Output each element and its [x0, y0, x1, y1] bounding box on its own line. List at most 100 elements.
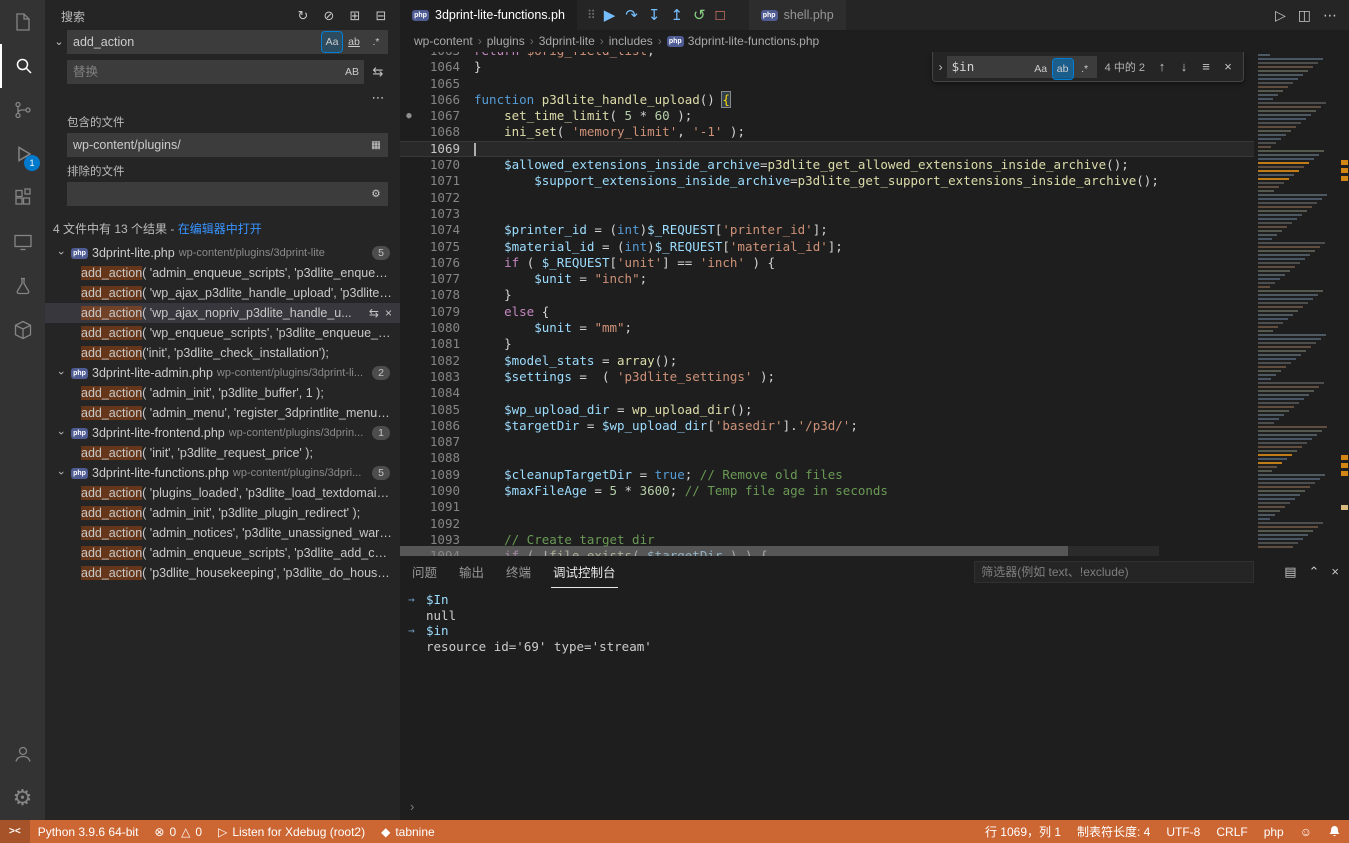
language-mode[interactable]: php	[1256, 820, 1292, 843]
search-match-row[interactable]: add_action( 'admin_notices', 'p3dlite_un…	[45, 523, 400, 543]
exclude-settings-gear-icon[interactable]: ⚙	[366, 184, 386, 204]
continue-icon[interactable]: ▶	[604, 6, 616, 24]
search-match-row[interactable]: add_action( 'admin_enqueue_scripts', 'p3…	[45, 543, 400, 563]
open-new-search-editor-icon[interactable]: ⊞	[346, 7, 364, 25]
search-file-row[interactable]: ›php3dprint-lite-frontend.phpwp-content/…	[45, 423, 400, 443]
code-line[interactable]: 1066function p3dlite_handle_upload() {	[400, 92, 1254, 108]
files-to-exclude-input[interactable]	[67, 182, 388, 206]
search-match-row[interactable]: add_action( 'wp_ajax_p3dlite_handle_uplo…	[45, 283, 400, 303]
use-exclude-settings-icon[interactable]: ▦	[366, 135, 386, 155]
code-line[interactable]: 1070 $allowed_extensions_inside_archive=…	[400, 157, 1254, 173]
code-line[interactable]: 1078 }	[400, 287, 1254, 303]
preserve-case-option[interactable]: AB	[342, 62, 362, 82]
breadcrumb-item[interactable]: includes	[609, 34, 653, 48]
debug-toolbar-grip-icon[interactable]: ⠿	[587, 8, 594, 22]
extensions-icon[interactable]	[0, 176, 45, 220]
tab-3dprint-lite-functions[interactable]: php 3dprint-lite-functions.ph	[400, 0, 577, 30]
problems-status[interactable]: ⊗0 △0	[146, 820, 210, 843]
console-input-chevron-icon[interactable]: ›	[410, 799, 414, 814]
search-match-row[interactable]: add_action( 'wp_enqueue_scripts', 'p3dli…	[45, 323, 400, 343]
code-line[interactable]: 1084	[400, 385, 1254, 401]
minimap[interactable]	[1254, 52, 1339, 556]
open-in-editor-link[interactable]: 在编辑器中打开	[178, 222, 262, 236]
search-match-row[interactable]: add_action('init', 'p3dlite_check_instal…	[45, 343, 400, 363]
panel-tab-output[interactable]: 输出	[457, 556, 486, 588]
stop-icon[interactable]: □	[716, 7, 725, 24]
search-file-row[interactable]: ›php3dprint-lite-functions.phpwp-content…	[45, 463, 400, 483]
settings-gear-icon[interactable]: ⚙	[0, 776, 45, 820]
tab-size[interactable]: 制表符长度: 4	[1069, 820, 1158, 843]
tab-shell-php[interactable]: php shell.php	[749, 0, 846, 30]
explorer-icon[interactable]	[0, 0, 45, 44]
panel-tab-debug-console[interactable]: 调试控制台	[551, 556, 618, 588]
source-control-icon[interactable]	[0, 88, 45, 132]
toggle-replace-chevron-icon[interactable]: ⌄	[51, 30, 67, 48]
more-actions-icon[interactable]: ⋯	[1323, 7, 1337, 24]
search-icon[interactable]	[0, 44, 45, 88]
code-line[interactable]: 1076 if ( $_REQUEST['unit'] == 'inch' ) …	[400, 255, 1254, 271]
feedback-icon[interactable]: ☺	[1292, 820, 1320, 843]
run-debug-icon[interactable]: 1	[0, 132, 45, 176]
python-version[interactable]: Python 3.9.6 64-bit	[30, 820, 147, 843]
code-line[interactable]: 1085 $wp_upload_dir = wp_upload_dir();	[400, 402, 1254, 418]
code-line[interactable]: 1083 $settings = ( 'p3dlite_settings' );	[400, 369, 1254, 385]
code-line[interactable]: 1090 $maxFileAge = 5 * 3600; // Temp fil…	[400, 483, 1254, 499]
breadcrumb-item[interactable]: wp-content	[414, 34, 473, 48]
code-line[interactable]: 1075 $material_id = (int)$_REQUEST['mate…	[400, 239, 1254, 255]
code-line[interactable]: 1080 $unit = "mm";	[400, 320, 1254, 336]
search-file-row[interactable]: ›php3dprint-lite-admin.phpwp-content/plu…	[45, 363, 400, 383]
testing-icon[interactable]	[0, 264, 45, 308]
code-line[interactable]: ●1067 set_time_limit( 5 * 60 );	[400, 108, 1254, 124]
find-in-selection-icon[interactable]: ≡	[1197, 59, 1215, 74]
files-to-include-input[interactable]	[67, 133, 388, 157]
accounts-icon[interactable]	[0, 732, 45, 776]
remote-explorer-icon[interactable]	[0, 220, 45, 264]
code-line[interactable]: 1079 else {	[400, 304, 1254, 320]
console-filter-input[interactable]	[974, 561, 1254, 583]
code-line[interactable]: 1089 $cleanupTargetDir = true; // Remove…	[400, 467, 1254, 483]
next-match-icon[interactable]: ↓	[1175, 59, 1193, 74]
code-line[interactable]: 1069	[400, 141, 1254, 157]
step-into-icon[interactable]: ↧	[648, 6, 661, 24]
step-over-icon[interactable]: ↷	[625, 6, 638, 24]
code-line[interactable]: 1092	[400, 516, 1254, 532]
horizontal-scrollbar[interactable]	[400, 546, 1159, 556]
breadcrumb-item[interactable]: php3dprint-lite-functions.php	[667, 34, 819, 48]
search-match-row[interactable]: add_action( 'plugins_loaded', 'p3dlite_l…	[45, 483, 400, 503]
split-editor-icon[interactable]: ◫	[1298, 7, 1311, 24]
find-expand-chevron-icon[interactable]: ›	[939, 60, 943, 74]
code-line[interactable]: 1082 $model_stats = array();	[400, 353, 1254, 369]
close-panel-icon[interactable]: ×	[1331, 564, 1339, 580]
code-line[interactable]: 1071 $support_extensions_inside_archive=…	[400, 173, 1254, 189]
tabnine-status[interactable]: ◆tabnine	[373, 820, 443, 843]
find-regex-option[interactable]: .*	[1075, 59, 1095, 79]
code-line[interactable]: 1072	[400, 190, 1254, 206]
code-line[interactable]: 1087	[400, 434, 1254, 450]
clear-console-icon[interactable]: ▤	[1284, 564, 1296, 580]
code-line[interactable]: 1074 $printer_id = (int)$_REQUEST['print…	[400, 222, 1254, 238]
replace-input[interactable]	[67, 60, 364, 84]
step-out-icon[interactable]: ↥	[670, 6, 683, 24]
code-line[interactable]: 1088	[400, 450, 1254, 466]
whole-word-option[interactable]: ab	[344, 32, 364, 52]
search-match-row[interactable]: add_action( 'init', 'p3dlite_request_pri…	[45, 443, 400, 463]
maximize-panel-icon[interactable]: ⌃	[1309, 564, 1320, 580]
run-or-debug-icon[interactable]: ▷	[1275, 7, 1286, 24]
panel-tab-terminal[interactable]: 终端	[504, 556, 533, 588]
code-editor[interactable]: 1063return $orig_field_list;1064}1065106…	[400, 52, 1349, 556]
breadcrumb-item[interactable]: 3dprint-lite	[539, 34, 595, 48]
close-find-icon[interactable]: ×	[1219, 59, 1237, 74]
remote-indicator[interactable]: ><	[0, 820, 30, 843]
replace-all-icon[interactable]: ⇆	[368, 62, 388, 82]
cursor-position[interactable]: 行 1069，列 1	[977, 820, 1069, 843]
toggle-search-details-icon[interactable]: ⋯	[368, 88, 388, 108]
dismiss-icon[interactable]: ×	[385, 306, 392, 320]
search-file-row[interactable]: ›php3dprint-lite.phpwp-content/plugins/3…	[45, 243, 400, 263]
clear-search-results-icon[interactable]: ⊘	[320, 7, 338, 25]
replace-icon[interactable]: ⇆	[369, 306, 379, 320]
eol-sequence[interactable]: CRLF	[1208, 820, 1255, 843]
breadcrumb-item[interactable]: plugins	[487, 34, 525, 48]
restart-icon[interactable]: ↺	[693, 6, 706, 24]
match-case-option[interactable]: Aa	[322, 32, 342, 52]
find-whole-word-option[interactable]: ab	[1053, 59, 1073, 79]
